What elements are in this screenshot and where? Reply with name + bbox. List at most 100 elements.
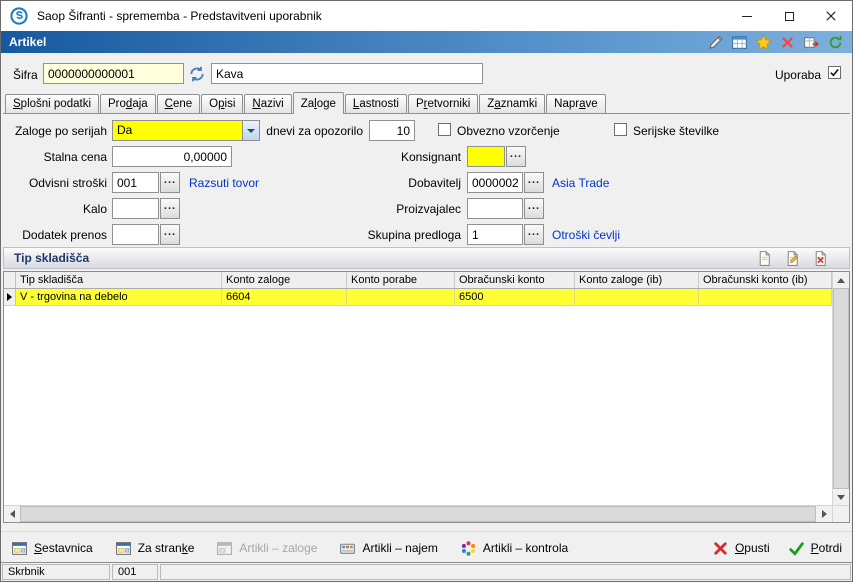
odvisni-stroski-link[interactable]: Razsuti tovor	[189, 176, 259, 190]
close-icon	[826, 11, 836, 21]
konsignant-label: Konsignant	[400, 150, 461, 164]
skupina-predloga-lookup-button[interactable]: ...	[524, 224, 544, 245]
tip-skladisca-grid: Tip skladišča Konto zaloge Konto porabe Obr…	[3, 271, 850, 523]
column-header[interactable]: Konto zaloge (ib)	[575, 272, 699, 288]
close-red-icon[interactable]	[779, 34, 796, 51]
footer-left-buttons: Sestavnica Za stranke Artikli – zaloge Arti…	[11, 540, 568, 557]
dobavitelj-input[interactable]	[467, 172, 523, 193]
app-window: Saop Šifranti - sprememba - Predstavitve…	[0, 0, 853, 582]
scroll-right-button[interactable]	[816, 506, 832, 522]
za-stranke-button[interactable]: Za stranke	[115, 540, 194, 557]
skupina-predloga-label: Skupina predloga	[367, 228, 461, 242]
tab-zaloge[interactable]: Za l oge	[292, 92, 344, 114]
confirm-check-icon	[788, 540, 805, 557]
dodatek-prenos-label: Dodatek prenos	[22, 228, 107, 242]
scroll-left-button[interactable]	[4, 506, 20, 522]
close-button[interactable]	[810, 1, 852, 31]
artikli-zaloge-button: Artikli – zaloge	[216, 540, 317, 557]
tab-opisi[interactable]: Op isi	[201, 94, 244, 113]
scroll-up-button[interactable]	[833, 272, 849, 288]
potrdi-button[interactable]: Potrdi	[788, 540, 842, 557]
maximize-button[interactable]	[768, 1, 810, 31]
edit-pencil-icon[interactable]	[707, 34, 724, 51]
skupina-predloga-link[interactable]: Otroški čevlji	[552, 228, 620, 242]
minimize-button[interactable]	[726, 1, 768, 31]
dnevi-za-opozorilo-label: dnevi za opozorilo	[266, 124, 363, 138]
scrollbar-corner	[832, 505, 849, 522]
delete-record-icon[interactable]	[812, 250, 829, 267]
kalo-input[interactable]	[112, 198, 159, 219]
dnevi-za-opozorilo-input[interactable]	[369, 120, 415, 141]
minimize-icon	[742, 15, 752, 17]
opusti-button[interactable]: Opusti	[712, 540, 770, 557]
cell	[699, 289, 832, 305]
dodatek-prenos-lookup-button[interactable]: ...	[160, 224, 180, 245]
artikli-najem-button[interactable]: Artikli – najem	[339, 540, 438, 557]
record-header-title: Artikel	[9, 35, 47, 49]
serijske-stevilke-checkbox[interactable]	[614, 123, 627, 136]
column-header[interactable]: Tip skladišča	[16, 272, 222, 288]
favorites-star-icon[interactable]	[755, 33, 772, 51]
current-row-arrow-icon	[7, 293, 12, 301]
saop-logo-icon	[10, 7, 28, 25]
vertical-scrollbar[interactable]	[832, 272, 849, 505]
check-icon	[830, 68, 839, 77]
tab-zaznamki[interactable]: Za znamki	[479, 94, 546, 113]
tab-naprave[interactable]: Napr a ve	[546, 94, 606, 113]
vertical-scroll-thumb[interactable]	[833, 288, 849, 489]
artikli-kontrola-button[interactable]: Artikli – kontrola	[460, 540, 568, 557]
column-header[interactable]: Obračunski konto	[455, 272, 575, 288]
table-row[interactable]: V - trgovina na debelo 6604 6500	[4, 289, 832, 306]
odvisni-stroski-label: Odvisni stroški	[28, 176, 107, 190]
tab-prodaja[interactable]: Pro d aja	[100, 94, 156, 113]
horizontal-scrollbar[interactable]	[4, 505, 832, 522]
column-header[interactable]: Konto zaloge	[222, 272, 347, 288]
horizontal-scroll-thumb[interactable]	[20, 506, 816, 522]
column-header[interactable]: Obračunski konto (ib)	[699, 272, 832, 288]
edit-record-icon[interactable]	[784, 250, 801, 267]
tab-nazivi[interactable]: Nazivi	[244, 94, 292, 113]
tab-cene[interactable]: Cene	[156, 94, 201, 113]
scroll-down-button[interactable]	[833, 489, 849, 505]
button-label: Artikli – kontrola	[482, 541, 569, 555]
insert-record-icon[interactable]	[756, 250, 773, 267]
tab-pretvorniki[interactable]: Pr etvorniki	[407, 94, 479, 113]
export-grid-icon[interactable]	[803, 34, 820, 51]
stalna-cena-input[interactable]	[112, 146, 232, 167]
sifra-code-input[interactable]	[43, 63, 184, 84]
button-label: Sestavnica	[34, 541, 93, 555]
grid-title: Tip skladišča	[14, 251, 90, 265]
obvezno-vzorcenje-checkbox[interactable]	[438, 123, 451, 136]
status-user: Skrbnik	[2, 564, 110, 580]
rental-icon	[339, 540, 356, 557]
button-label: Potrdi	[810, 541, 842, 555]
record-header-bar: Artikel	[1, 31, 852, 53]
sestavnica-button[interactable]: Sestavnica	[11, 540, 93, 557]
status-operator: 001	[112, 564, 158, 580]
kalo-lookup-button[interactable]: ...	[160, 198, 180, 219]
proizvajalec-input[interactable]	[467, 198, 523, 219]
kalo-label: Kalo	[82, 202, 107, 216]
refresh-green-icon[interactable]	[827, 34, 844, 51]
tables-icon[interactable]	[731, 34, 748, 51]
konsignant-input[interactable]	[467, 146, 505, 167]
odvisni-stroski-input[interactable]	[112, 172, 159, 193]
uporaba-checkbox[interactable]	[828, 66, 841, 79]
odvisni-stroski-lookup-button[interactable]: ...	[160, 172, 180, 193]
tab-splosni-podatki[interactable]: Splošni podatki	[5, 94, 99, 113]
cell: V - trgovina na debelo	[16, 289, 222, 305]
dobavitelj-lookup-button[interactable]: ...	[524, 172, 544, 193]
skupina-predloga-input[interactable]	[467, 224, 523, 245]
proizvajalec-lookup-button[interactable]: ...	[524, 198, 544, 219]
sifra-name-input[interactable]	[211, 63, 483, 84]
grid-header-row: Tip skladišča Konto zaloge Konto porabe Obr…	[4, 272, 832, 289]
change-code-icon[interactable]	[188, 65, 206, 83]
selector-header-cell	[4, 272, 16, 288]
tab-lastnosti[interactable]: Lastnosti	[344, 94, 407, 113]
column-header[interactable]: Konto porabe	[347, 272, 455, 288]
arrow-left-icon	[9, 510, 15, 518]
dodatek-prenos-input[interactable]	[112, 224, 159, 245]
cell	[347, 289, 455, 305]
konsignant-lookup-button[interactable]: ...	[506, 146, 526, 167]
dobavitelj-link[interactable]: Asia Trade	[552, 176, 609, 190]
